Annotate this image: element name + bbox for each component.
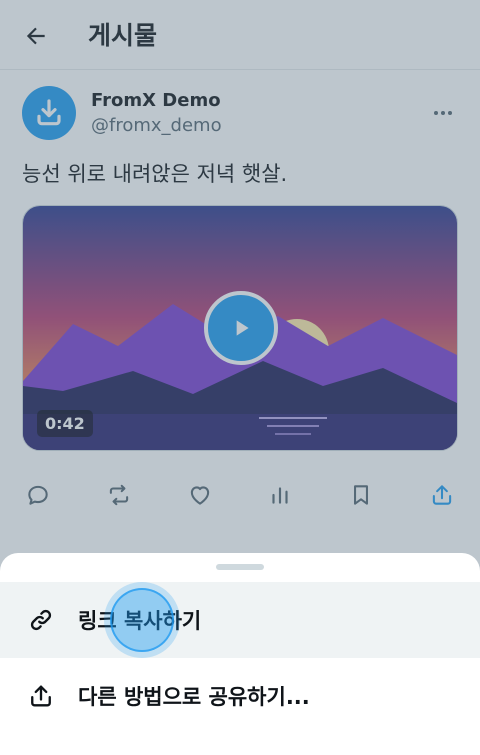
link-icon: [30, 609, 52, 631]
share-via-label: 다른 방법으로 공유하기...: [78, 685, 310, 709]
copy-link-item[interactable]: 링크 복사하기: [0, 582, 480, 658]
menu-icon-container: [26, 605, 56, 635]
sheet-grabber[interactable]: [216, 564, 264, 570]
share-sheet: 링크 복사하기 다른 방법으로 공유하기...: [0, 553, 480, 755]
menu-icon-container: [26, 681, 56, 711]
share-icon: [31, 685, 51, 707]
touch-indicator: [110, 588, 174, 652]
share-via-item[interactable]: 다른 방법으로 공유하기...: [0, 658, 480, 734]
